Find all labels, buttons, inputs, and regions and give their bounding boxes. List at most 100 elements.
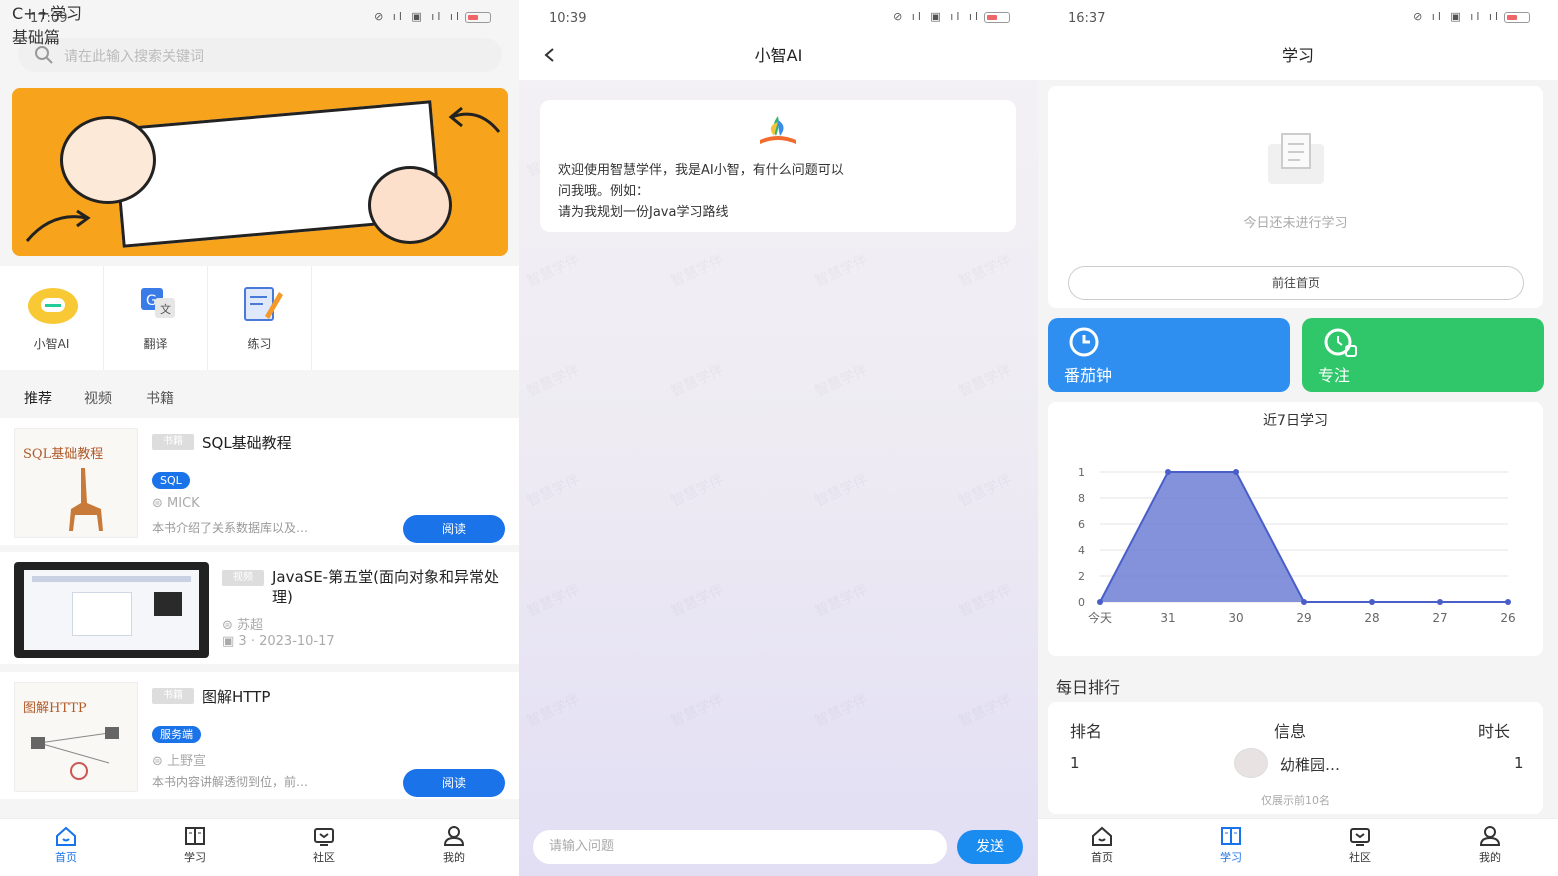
nav-study[interactable]: 学习 <box>1201 825 1261 865</box>
empty-document-icon <box>1268 133 1324 184</box>
watermark-text: 智慧学伴 <box>524 691 583 730</box>
focus-tile[interactable]: 专注 <box>1302 318 1544 392</box>
quick-item-practice[interactable]: 练习 <box>208 266 312 370</box>
nav-label: 首页 <box>55 851 77 864</box>
ranking-heading: 每日排行 <box>1056 678 1121 697</box>
message-line: 问我哦。例如： <box>558 184 650 199</box>
quick-item-ai[interactable]: 小智AI <box>0 266 104 370</box>
book-icon <box>1221 827 1241 845</box>
column-header: 排名 <box>1070 722 1103 741</box>
x-tick-label: 31 <box>1160 611 1175 625</box>
status-time: 16:37 <box>1068 11 1106 26</box>
battery-icon <box>984 11 1010 23</box>
practice-pencil-icon <box>244 287 283 321</box>
type-badge: 书籍 <box>152 434 194 450</box>
book-description: 本书介绍了关系数据库以及… <box>152 521 309 535</box>
question-input[interactable]: 请输入问题 <box>533 830 947 864</box>
book-author: ⊜ MICK <box>152 496 200 511</box>
nav-community[interactable]: 社区 <box>1330 825 1390 865</box>
ai-welcome-message: 欢迎使用智慧学伴，我是AI小智，有什么问题可以 问我哦。例如： 请为我规划一份J… <box>540 100 1016 232</box>
author-icon: ⊜ <box>152 496 168 511</box>
nav-home[interactable]: 首页 <box>36 825 96 865</box>
watermark-text: 智慧学伴 <box>524 361 583 400</box>
quick-actions: 小智AI G文 翻译 练习 <box>0 266 519 370</box>
send-button[interactable]: 发送 <box>957 830 1023 864</box>
y-tick-label: 2 <box>1078 570 1085 583</box>
watermark-text: 智慧学伴 <box>668 581 727 620</box>
quick-item-translate[interactable]: G文 翻译 <box>104 266 208 370</box>
weekly-chart-card: 近7日学习 0 2 4 6 8 1 今天 31 30 29 28 27 26 <box>1048 402 1543 656</box>
watermark-text: 智慧学伴 <box>668 471 727 510</box>
community-icon <box>314 828 334 846</box>
nav-study[interactable]: 学习 <box>165 825 225 865</box>
tab-books[interactable]: 书籍 <box>146 388 174 408</box>
column-header: 时长 <box>1478 722 1511 741</box>
nav-me[interactable]: 我的 <box>424 825 484 865</box>
signal-icon: ⊘ ıl ▣ ıl ıl <box>893 10 981 23</box>
watermark-text: 智慧学伴 <box>668 361 727 400</box>
book-title: 图解HTTP <box>202 688 271 706</box>
data-point[interactable] <box>1301 599 1307 605</box>
rank-cell: 1 <box>1070 754 1080 772</box>
watermark-text: 智慧学伴 <box>812 691 871 730</box>
data-point[interactable] <box>1233 469 1239 475</box>
nav-label: 社区 <box>313 851 335 864</box>
status-icons: ⊘ ıl ▣ ıl ıl <box>893 10 1010 23</box>
community-icon <box>1350 828 1370 846</box>
read-button[interactable]: 阅读 <box>403 515 505 543</box>
data-point[interactable] <box>1369 599 1375 605</box>
cover-title: SQL基础教程 <box>23 447 104 462</box>
quick-item-label: 练习 <box>247 337 272 351</box>
y-tick-label: 0 <box>1078 596 1085 609</box>
pomodoro-tile[interactable]: 番茄钟 <box>1048 318 1290 392</box>
watermark-text: 智慧学伴 <box>956 361 1015 400</box>
video-title: JavaSE-第五堂(面向对象和异常处理) <box>272 568 499 606</box>
study-area-chart: 0 2 4 6 8 1 今天 31 30 29 28 27 26 <box>1078 466 1516 625</box>
message-example[interactable]: 请为我规划一份Java学习路线 <box>558 202 998 223</box>
ai-message-text: 欢迎使用智慧学伴，我是AI小智，有什么问题可以 问我哦。例如： 请为我规划一份J… <box>558 160 998 223</box>
battery-icon <box>1504 11 1530 23</box>
episode-count: 3 <box>238 634 247 649</box>
translate-icon: G文 <box>141 288 175 318</box>
quick-item-label: 翻译 <box>143 337 168 351</box>
list-item[interactable]: 图解HTTP 书籍 图解HTTP 服务端 ⊜ 上野宣 本书内容讲解透彻到位，前…… <box>0 672 519 807</box>
area-fill <box>1100 472 1508 602</box>
video-author: ⊜ 苏超 <box>222 614 263 633</box>
author-icon: ⊜ <box>152 754 168 769</box>
course-banner[interactable] <box>12 88 508 256</box>
tab-video[interactable]: 视频 <box>84 388 112 408</box>
avatar <box>1234 748 1268 778</box>
focus-timer-icon <box>1324 328 1357 357</box>
nav-community[interactable]: 社区 <box>294 825 354 865</box>
search-placeholder: 请在此输入搜索关键词 <box>64 49 204 65</box>
data-point[interactable] <box>1437 599 1443 605</box>
data-point[interactable] <box>1165 469 1171 475</box>
data-point[interactable] <box>1505 599 1511 605</box>
watermark-text: 智慧学伴 <box>668 251 727 290</box>
quick-item-label: 小智AI <box>33 337 70 351</box>
search-input[interactable]: 请在此输入搜索关键词 <box>18 38 502 72</box>
book-tree-logo-icon <box>760 116 796 144</box>
arrow-decoration-icon <box>448 106 501 133</box>
tab-recommend[interactable]: 推荐 <box>24 388 52 408</box>
list-item[interactable]: 视频 JavaSE-第五堂(面向对象和异常处理) ⊜ 苏超 ▣ 3 · 2023… <box>0 552 519 672</box>
user-name-cell: 幼稚园… <box>1280 756 1341 774</box>
y-tick-label: 8 <box>1078 492 1085 505</box>
book-cover: 图解HTTP <box>14 682 138 792</box>
arrow-decoration-icon <box>25 209 91 242</box>
data-point[interactable] <box>1097 599 1103 605</box>
x-tick-label: 26 <box>1500 611 1515 625</box>
back-arrow-icon[interactable] <box>543 48 557 62</box>
nav-me[interactable]: 我的 <box>1460 825 1520 865</box>
episodes-icon: ▣ <box>222 634 239 649</box>
watermark-text: 智慧学伴 <box>812 581 871 620</box>
column-header: 信息 <box>1274 722 1307 741</box>
author-icon: ⊜ <box>222 618 238 633</box>
list-item[interactable]: SQL基础教程 书籍 SQL基础教程 SQL ⊜ MICK 本书介绍了关系数据库… <box>0 418 519 553</box>
read-button[interactable]: 阅读 <box>403 769 505 797</box>
go-home-button[interactable]: 前往首页 <box>1068 266 1524 300</box>
home-icon <box>1092 826 1112 846</box>
nav-home[interactable]: 首页 <box>1072 825 1132 865</box>
nav-label: 我的 <box>1479 851 1501 864</box>
bottom-nav: 首页 学习 社区 我的 <box>0 818 519 876</box>
